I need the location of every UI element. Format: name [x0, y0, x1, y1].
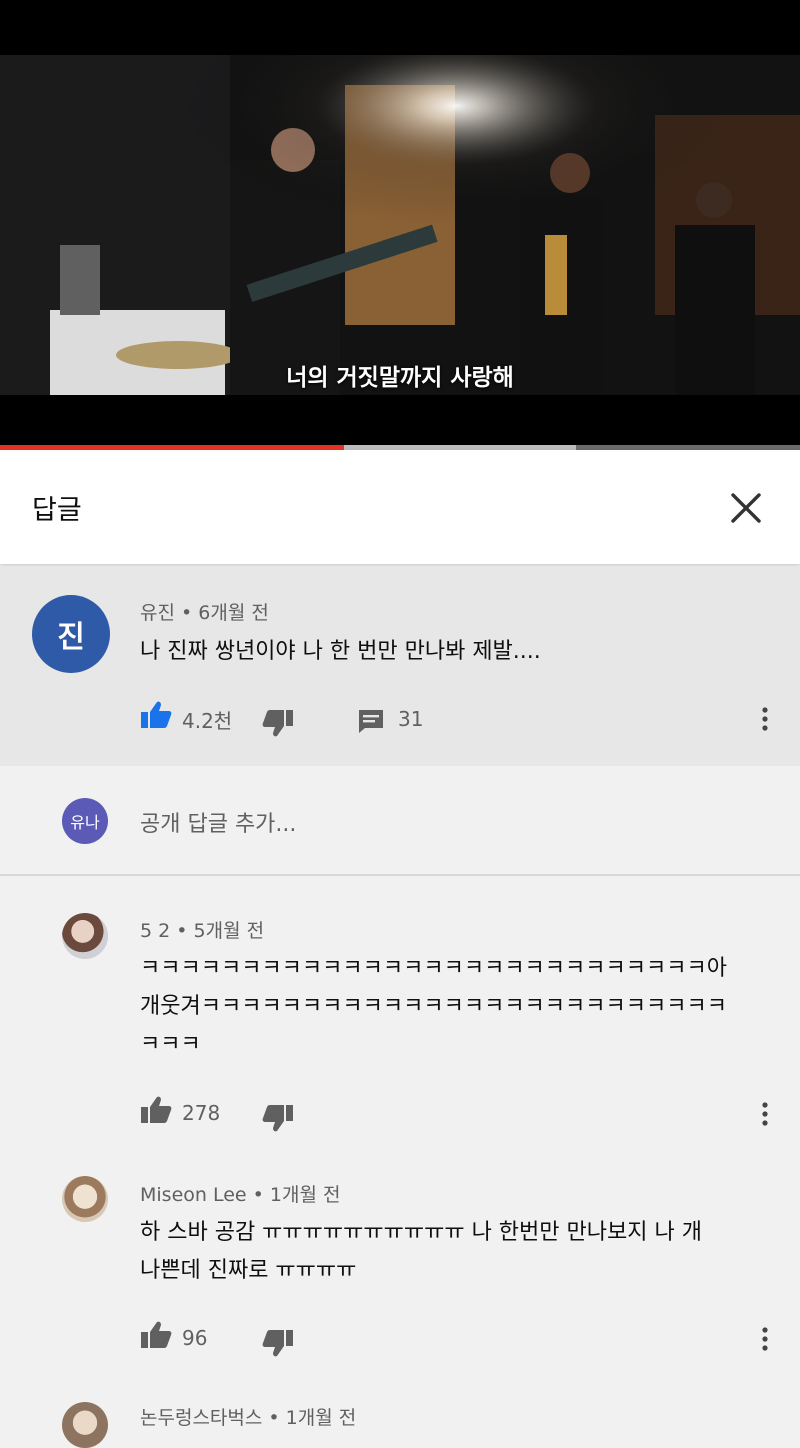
- like-button[interactable]: [140, 700, 172, 734]
- comment-text: ㅋㅋㅋㅋㅋㅋㅋㅋㅋㅋㅋㅋㅋㅋㅋㅋㅋㅋㅋㅋㅋㅋㅋㅋㅋㅋㅋㅋ아 개웃겨ㅋㅋㅋㅋㅋㅋㅋ…: [140, 950, 727, 1064]
- more-vert-icon: [762, 1327, 768, 1351]
- reply-count: 31: [398, 707, 424, 731]
- close-button[interactable]: [724, 486, 768, 530]
- thumbs-down-icon: [262, 1105, 293, 1132]
- comment-author[interactable]: 논두렁스타벅스: [140, 1407, 262, 1429]
- thumbs-up-icon: [141, 1096, 172, 1123]
- more-options-button[interactable]: [760, 1326, 770, 1356]
- like-count: 96: [182, 1326, 208, 1350]
- thumbs-down-icon: [262, 710, 293, 737]
- avatar: 유나: [62, 798, 108, 844]
- comment-meta: Miseon Lee • 1개월 전: [140, 1184, 341, 1206]
- thumbs-up-icon: [141, 1321, 172, 1348]
- comment-line: 개웃겨ㅋㅋㅋㅋㅋㅋㅋㅋㅋㅋㅋㅋㅋㅋㅋㅋㅋㅋㅋㅋㅋㅋㅋㅋㅋㅋ: [140, 994, 727, 1019]
- status-bar-area: [0, 0, 800, 55]
- reply-count-button[interactable]: [357, 708, 385, 738]
- avatar[interactable]: [62, 1176, 108, 1222]
- video-frame: [0, 55, 800, 395]
- dislike-button[interactable]: [262, 708, 294, 742]
- comment-meta: 논두렁스타벅스 • 1개월 전: [140, 1407, 357, 1429]
- comment-author[interactable]: 5 2: [140, 920, 170, 942]
- dislike-button[interactable]: [262, 1328, 294, 1362]
- comment-meta: 5 2 • 5개월 전: [140, 920, 265, 942]
- comment-icon: [359, 710, 383, 733]
- replies-title: 답글: [32, 495, 82, 526]
- avatar[interactable]: [62, 1402, 108, 1448]
- more-vert-icon: [762, 707, 768, 731]
- comment-meta: 유진 • 6개월 전: [140, 602, 269, 624]
- comment-line: 나쁜데 진짜로 ㅠㅠㅠㅠ: [140, 1258, 357, 1283]
- comment-text: 하 스바 공감 ㅠㅠㅠㅠㅠㅠㅠㅠㅠㅠ 나 한번만 만나보지 나 개 나쁜데 진짜…: [140, 1214, 780, 1290]
- like-button[interactable]: [140, 1095, 172, 1129]
- thumbs-up-icon: [141, 701, 172, 728]
- video-player[interactable]: 너의 거짓말까지 사랑해: [0, 55, 800, 445]
- comment-line: 하 스바 공감 ㅠㅠㅠㅠㅠㅠㅠㅠㅠㅠ 나 한번만 만나보지 나 개: [140, 1220, 702, 1245]
- comment-author[interactable]: 유진: [140, 602, 175, 624]
- comment-time: 5개월 전: [193, 920, 265, 942]
- like-count: 4.2천: [182, 709, 233, 733]
- comment-line: ㅋㅋㅋ: [140, 1032, 201, 1057]
- add-reply-input[interactable]: 공개 답글 추가...: [140, 806, 296, 838]
- more-options-button[interactable]: [760, 1101, 770, 1131]
- like-count: 278: [182, 1101, 221, 1125]
- more-vert-icon: [762, 1102, 768, 1126]
- comment-time: 1개월 전: [269, 1184, 341, 1206]
- video-letterbox: [0, 395, 800, 445]
- comment-text: 나 진짜 쌍년이야 나 한 번만 만나봐 제발....: [140, 639, 541, 664]
- video-subtitle: 너의 거짓말까지 사랑해: [286, 365, 514, 391]
- thumbs-down-icon: [262, 1330, 293, 1357]
- comment-time: 1개월 전: [285, 1407, 357, 1429]
- close-icon: [731, 493, 761, 523]
- dislike-button[interactable]: [262, 1103, 294, 1137]
- comment-line: ㅋㅋㅋㅋㅋㅋㅋㅋㅋㅋㅋㅋㅋㅋㅋㅋㅋㅋㅋㅋㅋㅋㅋㅋㅋㅋㅋㅋ아: [140, 956, 727, 981]
- comment-author[interactable]: Miseon Lee: [140, 1184, 247, 1206]
- avatar[interactable]: 진: [32, 595, 110, 673]
- more-options-button[interactable]: [760, 706, 770, 736]
- like-button[interactable]: [140, 1320, 172, 1354]
- add-reply-bar[interactable]: [0, 766, 800, 876]
- comment-time: 6개월 전: [198, 602, 269, 624]
- avatar[interactable]: [62, 913, 108, 959]
- replies-header: 답글: [0, 450, 800, 564]
